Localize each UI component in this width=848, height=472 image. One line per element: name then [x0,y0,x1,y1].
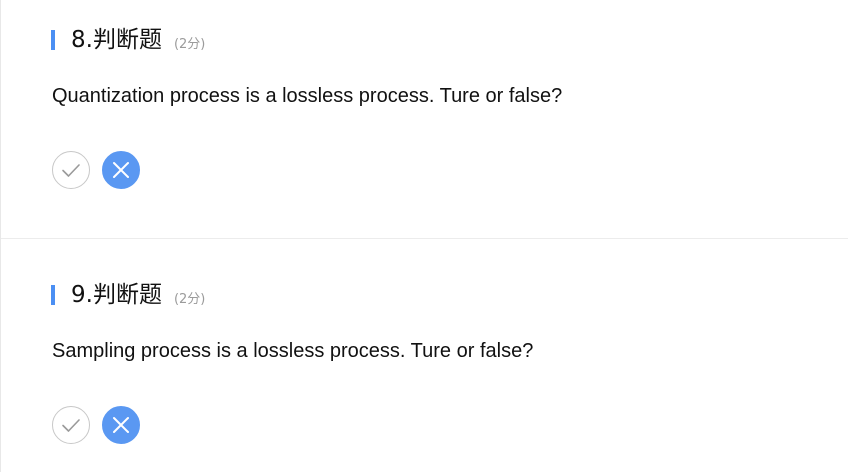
true-option-button[interactable] [52,151,90,189]
accent-bar [51,30,55,50]
answer-options [52,151,140,189]
quiz-page: 8.判断题 (2分) Quantization process is a los… [0,0,848,472]
question-header: 8.判断题 (2分) [51,28,205,52]
check-icon [62,419,80,432]
question-9: 9.判断题 (2分) Sampling process is a lossles… [1,239,848,472]
false-option-button[interactable] [102,151,140,189]
question-title: 9.判断题 [71,282,162,308]
question-text: Quantization process is a lossless proce… [52,85,563,107]
check-icon [62,164,80,177]
question-title: 8.判断题 [71,27,162,53]
question-header: 9.判断题 (2分) [51,283,205,307]
false-option-button[interactable] [102,406,140,444]
question-8: 8.判断题 (2分) Quantization process is a los… [1,0,848,239]
answer-options [52,406,140,444]
cross-icon [113,162,129,178]
accent-bar [51,285,55,305]
question-text: Sampling process is a lossless process. … [52,340,534,362]
cross-icon [113,417,129,433]
question-score: (2分) [173,36,206,52]
question-score: (2分) [173,291,206,307]
true-option-button[interactable] [52,406,90,444]
